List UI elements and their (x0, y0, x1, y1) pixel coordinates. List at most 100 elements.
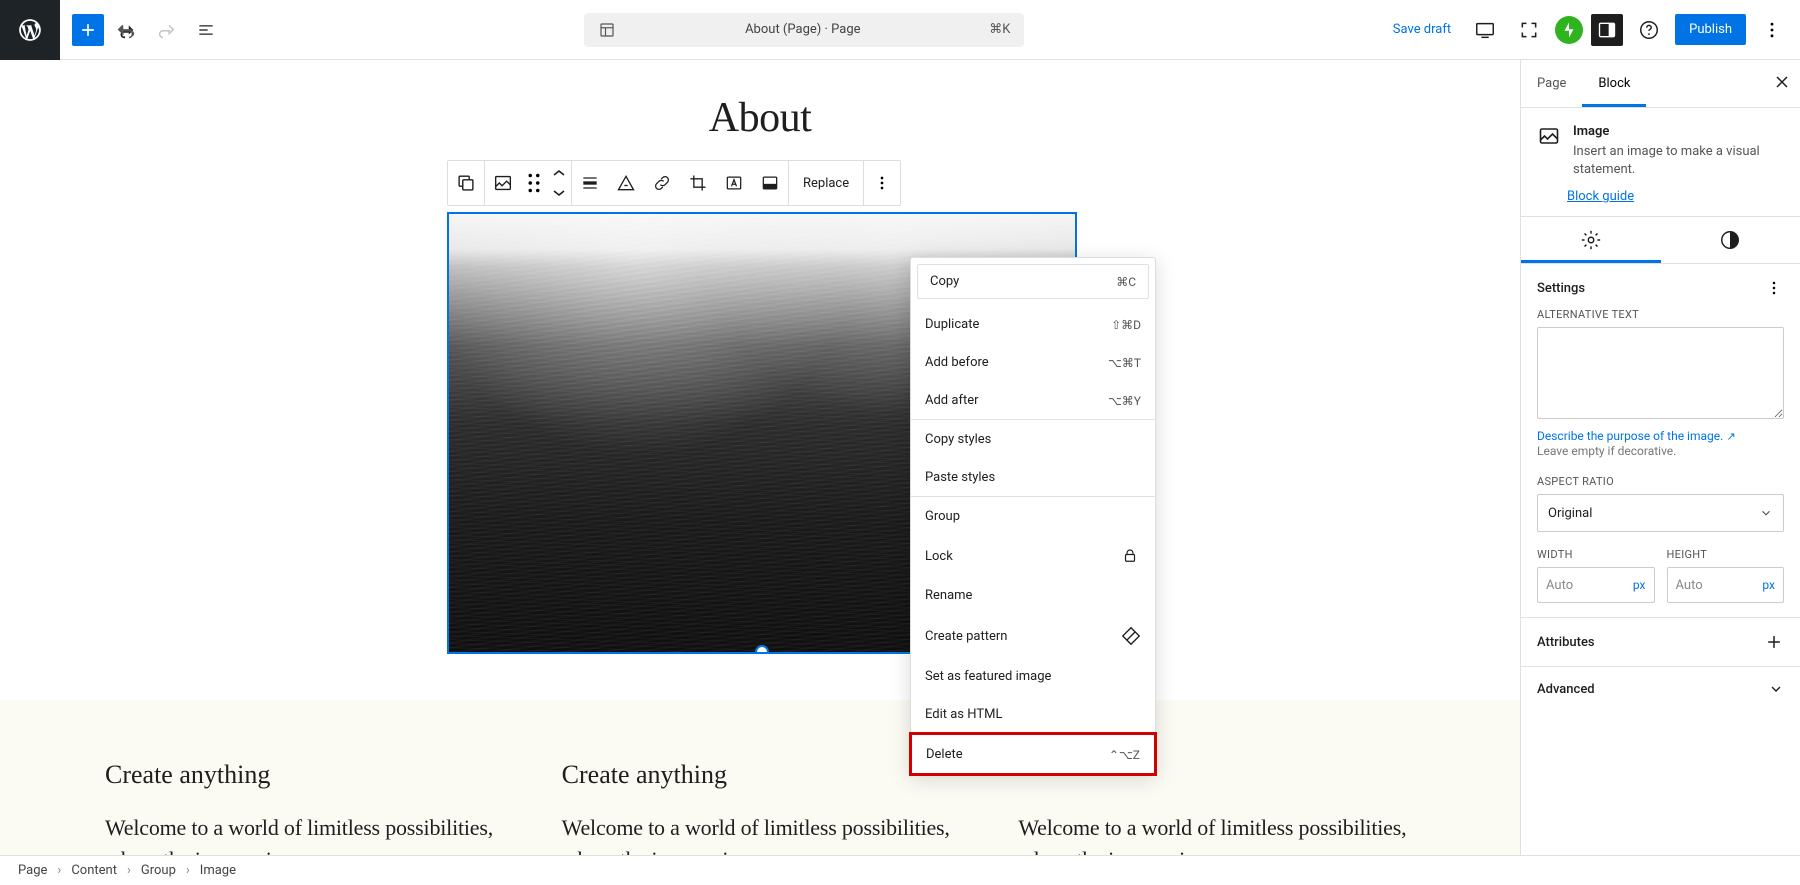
document-title: About (Page) · Page (628, 22, 977, 37)
move-up-button[interactable] (547, 163, 571, 183)
settings-sidebar: Page Block Image Insert an image to make… (1520, 60, 1800, 855)
crop-button[interactable] (680, 161, 716, 205)
ctx-delete[interactable]: Delete ⌃⌥Z (912, 735, 1154, 773)
ctx-set-featured[interactable]: Set as featured image (911, 657, 1155, 695)
width-unit[interactable]: px (1633, 578, 1646, 592)
text-overlay-button[interactable] (716, 161, 752, 205)
settings-more-icon[interactable] (1764, 278, 1784, 298)
ctx-copy[interactable]: Copy ⌘C (917, 264, 1149, 299)
ctx-copy-styles[interactable]: Copy styles (911, 420, 1155, 458)
crumb-page[interactable]: Page (18, 863, 47, 878)
ctx-duplicate[interactable]: Duplicate ⇧⌘D (911, 305, 1155, 343)
attributes-panel[interactable]: Attributes (1521, 618, 1800, 667)
align-button[interactable] (572, 161, 608, 205)
link-button[interactable] (644, 161, 680, 205)
top-left-tools (60, 12, 224, 48)
block-toolbar: Replace (447, 160, 901, 206)
plus-icon (1764, 632, 1784, 652)
view-desktop-button[interactable] (1467, 12, 1503, 48)
column-heading[interactable]: Create anything (105, 760, 502, 790)
publish-button[interactable]: Publish (1675, 14, 1746, 45)
document-switcher[interactable]: About (Page) · Page ⌘K (584, 13, 1024, 47)
width-input[interactable]: Auto px (1537, 567, 1655, 603)
gear-icon (1580, 229, 1602, 251)
chevron-right-icon: › (127, 863, 131, 878)
jetpack-icon[interactable] (1555, 16, 1583, 44)
tab-page[interactable]: Page (1521, 60, 1582, 107)
tab-block[interactable]: Block (1582, 60, 1646, 107)
ctx-group[interactable]: Group (911, 497, 1155, 535)
height-input[interactable]: Auto px (1667, 567, 1785, 603)
move-down-button[interactable] (547, 183, 571, 203)
alt-text-field[interactable] (1537, 327, 1784, 419)
crumb-content[interactable]: Content (71, 863, 117, 878)
height-unit[interactable]: px (1762, 578, 1775, 592)
drag-handle[interactable] (521, 161, 547, 205)
ctx-add-after[interactable]: Add after ⌥⌘Y (911, 381, 1155, 419)
block-context-menu: Copy ⌘C Duplicate ⇧⌘D Add before ⌥⌘T Add… (910, 257, 1156, 775)
block-description: Insert an image to make a visual stateme… (1573, 143, 1784, 179)
alt-text-help-sub: Leave empty if decorative. (1537, 444, 1676, 458)
subtab-styles[interactable] (1661, 217, 1800, 263)
columns-section: Create anything Welcome to a world of li… (0, 700, 1520, 855)
wordpress-logo[interactable] (0, 0, 60, 60)
crumb-group[interactable]: Group (141, 863, 176, 878)
block-guide-link[interactable]: Block guide (1567, 189, 1634, 204)
alt-text-help-link[interactable]: Describe the purpose of the image. (1537, 429, 1723, 443)
settings-sidebar-toggle[interactable] (1591, 14, 1623, 46)
help-button[interactable] (1631, 12, 1667, 48)
replace-button[interactable]: Replace (789, 161, 863, 205)
settings-panel-title: Settings (1537, 281, 1585, 296)
height-label: Height (1667, 548, 1785, 561)
ctx-lock[interactable]: Lock (911, 535, 1155, 576)
ctx-paste-styles[interactable]: Paste styles (911, 458, 1155, 496)
ctx-rename[interactable]: Rename (911, 576, 1155, 614)
crumb-image[interactable]: Image (200, 863, 236, 878)
width-label: Width (1537, 548, 1655, 561)
ctx-add-before[interactable]: Add before ⌥⌘T (911, 343, 1155, 381)
redo-button[interactable] (148, 12, 184, 48)
advanced-panel[interactable]: Advanced (1521, 667, 1800, 711)
more-options-button[interactable] (1754, 12, 1790, 48)
page-title[interactable]: About (0, 94, 1520, 142)
ctx-create-pattern[interactable]: Create pattern (911, 614, 1155, 657)
aspect-ratio-select[interactable]: Original (1537, 494, 1784, 532)
undo-button[interactable] (108, 12, 144, 48)
editor-canvas[interactable]: About (0, 60, 1520, 855)
column-1[interactable]: Create anything Welcome to a world of li… (105, 760, 502, 855)
top-center: About (Page) · Page ⌘K (224, 13, 1385, 47)
block-type-image-button[interactable] (485, 161, 521, 205)
column-body[interactable]: Welcome to a world of limitless possibil… (562, 812, 959, 855)
close-sidebar-button[interactable] (1772, 72, 1792, 92)
styles-icon (1719, 229, 1741, 251)
column-heading[interactable]: Create anything (562, 760, 959, 790)
top-right-tools: Save draft Publish (1385, 12, 1800, 48)
aspect-ratio-label: Aspect Ratio (1537, 475, 1784, 488)
resize-handle-bottom[interactable] (755, 645, 769, 654)
chevron-right-icon: › (57, 863, 61, 878)
select-parent-button[interactable] (448, 161, 484, 205)
block-more-options-button[interactable] (864, 161, 900, 205)
subtab-settings[interactable] (1521, 217, 1661, 263)
move-arrows (547, 161, 571, 205)
duotone-button[interactable] (752, 161, 788, 205)
save-draft-button[interactable]: Save draft (1385, 22, 1459, 37)
workspace: About (0, 60, 1800, 855)
caption-button[interactable] (608, 161, 644, 205)
pattern-icon (1121, 626, 1141, 646)
fullscreen-button[interactable] (1511, 12, 1547, 48)
chevron-right-icon: › (186, 863, 190, 878)
column-2[interactable]: Create anything Welcome to a world of li… (562, 760, 959, 855)
block-subtabs (1521, 216, 1800, 264)
column-body[interactable]: Welcome to a world of limitless possibil… (105, 812, 502, 855)
external-link-icon: ↗ (1727, 430, 1736, 443)
sidebar-tabs: Page Block (1521, 60, 1800, 108)
ctx-edit-html[interactable]: Edit as HTML (911, 695, 1155, 733)
column-body[interactable]: Welcome to a world of limitless possibil… (1018, 812, 1415, 855)
top-toolbar: About (Page) · Page ⌘K Save draft Publis… (0, 0, 1800, 60)
add-block-button[interactable] (72, 14, 104, 46)
block-name: Image (1573, 124, 1784, 139)
lock-icon (1121, 547, 1141, 565)
chevron-down-icon (1768, 681, 1784, 697)
document-overview-button[interactable] (188, 12, 224, 48)
